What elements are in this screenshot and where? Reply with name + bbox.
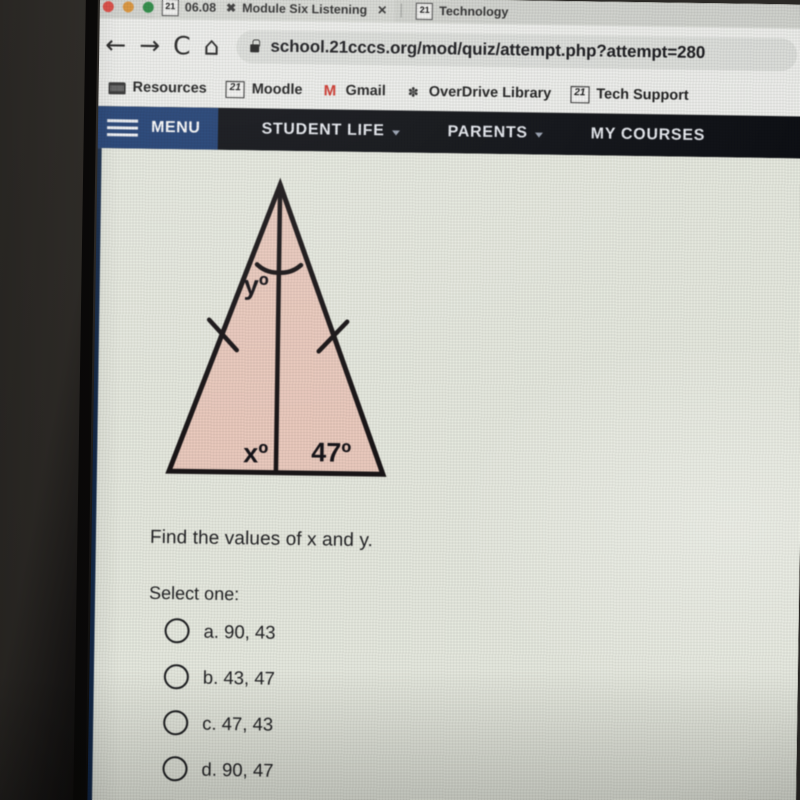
hamburger-icon: [106, 118, 139, 137]
close-window-button[interactable]: [102, 0, 114, 12]
radio-button-c[interactable]: [163, 710, 189, 736]
angle-label-47: 47º: [311, 437, 351, 468]
answer-label-d: d. 90, 47: [201, 758, 274, 781]
bookmark-label: Gmail: [345, 82, 386, 100]
nav-item-label: PARENTS: [447, 123, 528, 142]
folder-icon: [108, 82, 126, 95]
nav-item-student-life[interactable]: STUDENT LIFE: [261, 120, 400, 140]
chevron-down-icon: [534, 132, 543, 138]
nav-item-list: STUDENT LIFE PARENTS MY COURSES: [217, 108, 705, 157]
triangle-figure: yº xº 47º: [151, 171, 406, 495]
bookmark-label: Tech Support: [596, 86, 689, 104]
answer-option-c[interactable]: c. 47, 43: [163, 710, 797, 744]
answer-label-c: c. 47, 43: [202, 712, 274, 735]
bookmark-gmail[interactable]: M Gmail: [321, 82, 386, 99]
bookmark-label: OverDrive Library: [428, 83, 552, 102]
address-bar[interactable]: school.21cccs.org/mod/quiz/attempt.php?a…: [236, 29, 798, 71]
page-body: yº xº 47º Find the values of x and y. Se…: [83, 147, 800, 800]
angle-label-y: yº: [243, 270, 268, 300]
bookmark-moodle[interactable]: 21 Moodle: [225, 80, 303, 99]
menu-label: MENU: [150, 118, 201, 137]
answer-option-a[interactable]: a. 90, 43: [164, 618, 798, 652]
bookmark-label: Resources: [132, 79, 207, 97]
tab-title: Technology: [439, 4, 509, 20]
chevron-down-icon: [391, 130, 400, 136]
nav-item-label: STUDENT LIFE: [261, 120, 385, 140]
browser-tab-inactive[interactable]: 21 Technology: [408, 0, 517, 24]
bookmark-overdrive-library[interactable]: ✽ OverDrive Library: [405, 84, 552, 102]
close-icon[interactable]: ✕: [377, 3, 387, 17]
window-controls[interactable]: [96, 0, 154, 13]
21cccs-icon: 21: [161, 0, 179, 16]
bookmark-tech-support[interactable]: 21 Tech Support: [570, 85, 689, 105]
answer-label-b: b. 43, 47: [202, 666, 276, 689]
techsupport-icon: 21: [570, 85, 590, 103]
lock-icon: [250, 43, 260, 52]
radio-button-d[interactable]: [162, 756, 188, 782]
21cccs-icon: 21: [416, 2, 434, 20]
gmail-icon: M: [323, 81, 337, 100]
minimize-window-button[interactable]: [122, 0, 134, 13]
tab-title: Module Six Listening: [242, 1, 368, 18]
reload-icon[interactable]: C: [173, 31, 191, 60]
tab-title-prefix: 06.08: [184, 0, 217, 15]
angle-label-x: xº: [243, 438, 268, 468]
radio-button-a[interactable]: [164, 618, 190, 644]
bookmark-resources[interactable]: Resources: [108, 79, 207, 97]
browser-tab-active[interactable]: 21 06.08 ✖ Module Six Listening ✕: [153, 0, 396, 23]
quiz-content: yº xº 47º Find the values of x and y. Se…: [84, 148, 800, 790]
moodle-icon: 21: [225, 80, 245, 98]
answer-options: a. 90, 43 b. 43, 47 c. 47, 43 d. 90, 47: [162, 618, 798, 790]
answer-label-a: a. 90, 43: [203, 620, 276, 643]
forward-icon[interactable]: →: [139, 30, 160, 59]
question-text: Find the values of x and y.: [149, 526, 374, 552]
tab-divider: [401, 3, 403, 18]
browser-window: 21 06.08 ✖ Module Six Listening ✕ 21 Tec…: [83, 0, 800, 800]
maximize-window-button[interactable]: [142, 1, 154, 13]
nav-item-my-courses[interactable]: MY COURSES: [591, 125, 706, 145]
radio-button-b[interactable]: [163, 664, 190, 690]
home-icon[interactable]: ⌂: [203, 31, 219, 60]
nav-item-parents[interactable]: PARENTS: [447, 123, 543, 142]
close-icon[interactable]: ✖: [226, 1, 236, 15]
answer-option-d[interactable]: d. 90, 47: [162, 756, 796, 790]
select-one-prompt: Select one:: [148, 582, 240, 605]
bookmark-label: Moodle: [251, 81, 303, 99]
back-icon[interactable]: ←: [105, 30, 126, 59]
menu-button[interactable]: MENU: [93, 105, 218, 150]
overdrive-icon: ✽: [407, 84, 419, 100]
nav-item-label: MY COURSES: [590, 125, 706, 145]
triangle-svg: yº xº 47º: [165, 177, 387, 477]
answer-option-b[interactable]: b. 43, 47: [163, 664, 798, 698]
url-text: school.21cccs.org/mod/quiz/attempt.php?a…: [270, 36, 706, 63]
photo-of-monitor: 21 06.08 ✖ Module Six Listening ✕ 21 Tec…: [0, 0, 800, 800]
